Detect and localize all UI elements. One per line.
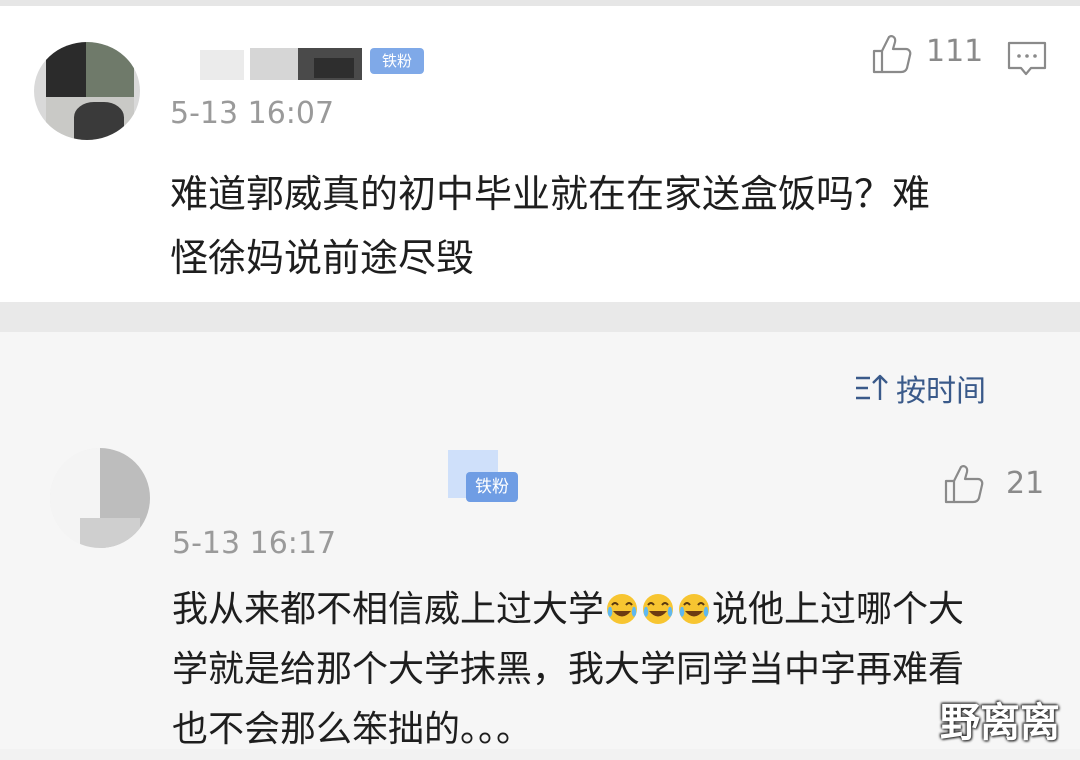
thumbs-up-icon[interactable] [870,32,914,76]
fan-badge: 铁粉 [370,48,424,74]
username-blurred[interactable] [200,44,380,82]
sort-label: 按时间 [896,374,986,409]
avatar[interactable] [50,448,150,548]
comment-text-line: 怪徐妈说前途尽毁 [170,236,475,280]
reply-text-line: 学就是给那个大学抹黑，我大学同学当中字再难看 [172,649,965,690]
sort-icon [856,374,888,400]
fan-badge: 铁粉 [466,472,518,502]
comment-timestamp: 5-13 16:07 [170,96,335,131]
tears-of-joy-emoji-icon [679,594,710,624]
thumbs-up-icon[interactable] [942,462,986,506]
like-count: 111 [926,34,984,69]
reply-text-line: 我从来都不相信威上过大学 说他上过哪个大 [172,580,1032,640]
comment-bubble-icon[interactable] [1006,40,1048,78]
section-separator [0,302,1080,332]
tears-of-joy-emoji-icon [643,594,674,624]
tears-of-joy-emoji-icon [607,594,638,624]
like-count: 21 [1006,466,1045,501]
comment-text-line: 难道郭威真的初中毕业就在在家送盒饭吗？难 [170,172,931,216]
reply-text-segment: 说他上过哪个大 [712,589,965,630]
reply-text: 我从来都不相信威上过大学 说他上过哪个大 学就是给那个大学抹黑，我大学同学当中字再… [172,580,1032,760]
reply-timestamp: 5-13 16:17 [172,526,337,561]
reply-text-line: 也不会那么笨拙的。。。 [172,709,533,750]
avatar[interactable] [34,42,140,140]
sort-by-time-button[interactable]: 按时间 [854,368,986,409]
comment-text: 难道郭威真的初中毕业就在在家送盒饭吗？难 怪徐妈说前途尽毁 [170,162,1050,290]
watermark: 野离离 [940,700,1060,746]
reply-text-segment: 我从来都不相信威上过大学 [172,589,605,630]
